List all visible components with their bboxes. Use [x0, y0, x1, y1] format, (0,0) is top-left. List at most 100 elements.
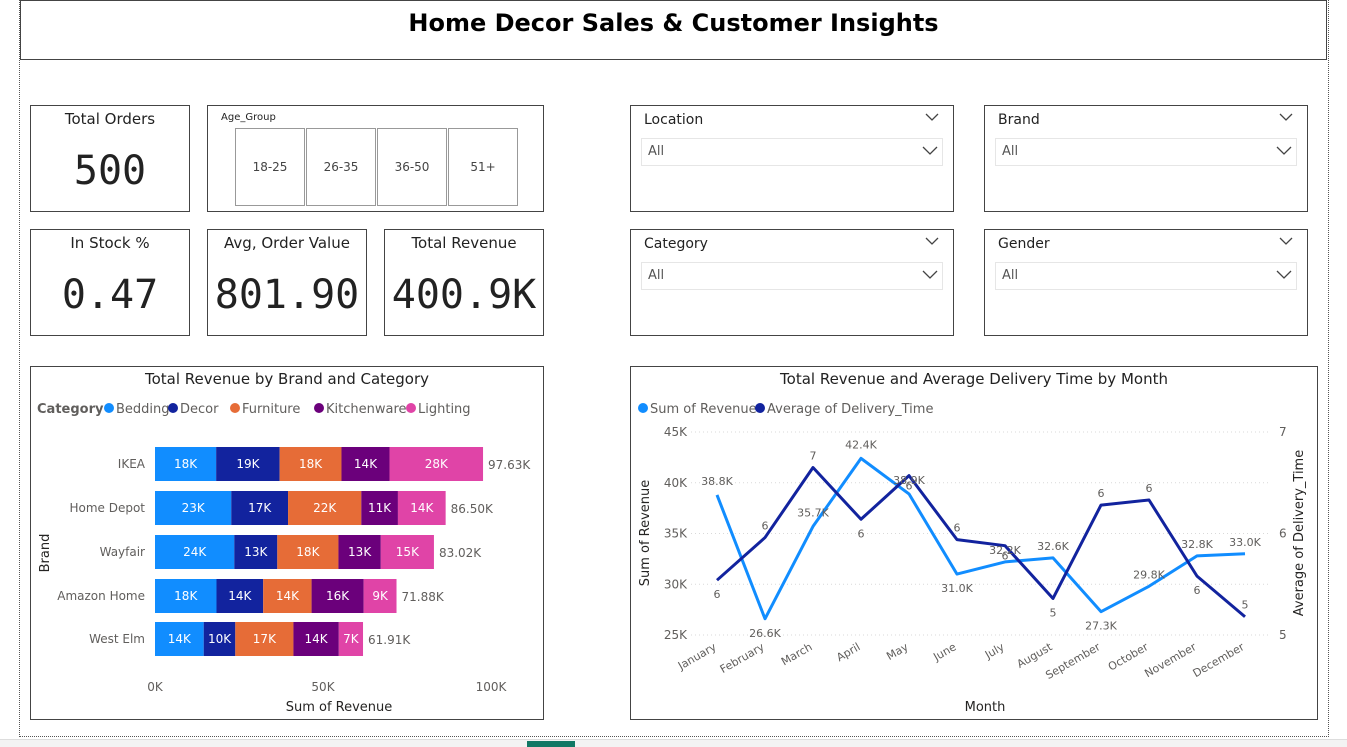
category-dropdown-value: All: [648, 268, 665, 283]
legend-label-average-of-delivery-time: Average of Delivery_Time: [767, 402, 933, 417]
bar-data-label: 13K: [244, 545, 268, 559]
legend-marker-sum-of-revenue: [638, 403, 648, 413]
location-slicer-label: Location: [644, 112, 704, 128]
chevron-down-icon[interactable]: [925, 112, 939, 122]
delivery-data-label: 5: [1242, 599, 1249, 612]
revenue-data-label: 42.4K: [845, 438, 877, 451]
legend-label-bedding: Bedding: [116, 402, 170, 417]
bar-data-label: 14K: [410, 501, 434, 515]
bar-data-label: 18K: [174, 457, 198, 471]
report-header: Home Decor Sales & Customer Insights: [20, 0, 1327, 60]
delivery-data-label: 6: [1146, 482, 1153, 495]
chevron-down-icon: [1276, 146, 1292, 155]
delivery-data-label: 6: [858, 527, 865, 540]
bar-legend-title: Category: [37, 402, 104, 417]
month-label-february: February: [718, 640, 767, 676]
brand-label-amazon-home: Amazon Home: [57, 589, 145, 603]
bar-data-label: 14K: [276, 589, 300, 603]
bar-data-label: 16K: [326, 589, 350, 603]
bar-data-label: 9K: [372, 589, 389, 603]
bar-total-label: 61.91K: [368, 633, 411, 647]
bar-data-label: 17K: [248, 501, 272, 515]
delivery-data-label: 6: [954, 522, 961, 535]
total-orders-card[interactable]: Total Orders 500: [30, 105, 190, 212]
age-option-26-35[interactable]: 26-35: [306, 128, 376, 206]
revenue-by-brand-chart[interactable]: Total Revenue by Brand and Category Cate…: [30, 366, 544, 720]
bar-data-label: 24K: [183, 545, 207, 559]
category-dropdown[interactable]: All: [641, 262, 943, 290]
brand-slicer[interactable]: Brand All: [984, 105, 1308, 212]
bar-data-label: 13K: [348, 545, 372, 559]
bar-chart-svg: Category Bedding Decor Furniture Kitchenware…: [37, 402, 531, 715]
page-tabs-bar: [0, 739, 1347, 747]
line-y-tick-left: 40K: [664, 476, 688, 490]
delivery-data-label: 6: [1098, 487, 1105, 500]
gender-dropdown[interactable]: All: [995, 262, 1297, 290]
series-line-sum-of-revenue: [715, 456, 1246, 621]
line-y-tick-left: 35K: [664, 527, 688, 541]
line-y-tick-left: 25K: [664, 628, 688, 642]
bar-data-label: 14K: [168, 632, 192, 646]
bar-total-label: 86.50K: [451, 502, 494, 516]
chevron-down-icon[interactable]: [1279, 112, 1293, 122]
category-slicer[interactable]: Category All: [630, 229, 954, 336]
legend-label-kitchenware: Kitchenware: [326, 402, 407, 417]
total-revenue-label: Total Revenue: [411, 234, 517, 252]
line-y-tick-right: 7: [1279, 425, 1287, 439]
bar-data-label: 17K: [253, 632, 277, 646]
legend-label-sum-of-revenue: Sum of Revenue: [650, 402, 757, 417]
gender-slicer-label: Gender: [998, 236, 1050, 252]
legend-label-furniture: Furniture: [242, 402, 300, 417]
brand-label-wayfair: Wayfair: [100, 545, 145, 559]
age-option-18-25[interactable]: 18-25: [235, 128, 305, 206]
in-stock-card[interactable]: In Stock % 0.47: [30, 229, 190, 336]
legend-marker-decor: [168, 403, 178, 413]
chevron-down-icon[interactable]: [1279, 236, 1293, 246]
brand-dropdown[interactable]: All: [995, 138, 1297, 166]
month-label-may: May: [884, 640, 911, 663]
location-slicer[interactable]: Location All: [630, 105, 954, 212]
revenue-delivery-line-chart[interactable]: Total Revenue and Average Delivery Time …: [630, 366, 1318, 720]
bar-data-label: 18K: [174, 589, 198, 603]
legend-label-lighting: Lighting: [418, 402, 471, 417]
line-y-tick-right: 6: [1279, 527, 1287, 541]
avg-order-value-card[interactable]: Avg, Order Value 801.90: [207, 229, 367, 336]
legend-marker-lighting: [406, 403, 416, 413]
active-page-tab[interactable]: [527, 741, 575, 747]
age-option-36-50[interactable]: 36-50: [377, 128, 447, 206]
delivery-data-label: 6: [714, 588, 721, 601]
avg-order-value-value: 801.90: [214, 272, 360, 318]
bar-total-label: 83.02K: [439, 546, 482, 560]
month-label-august: August: [1015, 640, 1055, 671]
chevron-down-icon[interactable]: [925, 236, 939, 246]
month-label-december: December: [1191, 640, 1247, 680]
bar-data-label: 19K: [236, 457, 260, 471]
total-revenue-card[interactable]: Total Revenue 400.9K: [384, 229, 544, 336]
revenue-data-label: 38.8K: [701, 475, 733, 488]
delivery-data-label: 6: [762, 520, 769, 533]
age-option-51-plus[interactable]: 51+: [448, 128, 518, 206]
brand-label-west-elm: West Elm: [89, 632, 145, 646]
in-stock-label: In Stock %: [70, 234, 150, 252]
line-y-axis-title-right: Average of Delivery_Time: [1292, 450, 1307, 616]
gender-slicer[interactable]: Gender All: [984, 229, 1308, 336]
bar-x-tick: 50K: [311, 680, 335, 694]
chevron-down-icon: [922, 270, 938, 279]
bar-data-label: 10K: [208, 632, 232, 646]
legend-marker-furniture: [230, 403, 240, 413]
location-dropdown[interactable]: All: [641, 138, 943, 166]
brand-dropdown-value: All: [1002, 144, 1019, 159]
bar-x-axis-title: Sum of Revenue: [286, 700, 393, 715]
revenue-data-label: 33.0K: [1229, 536, 1261, 549]
chevron-down-icon: [922, 146, 938, 155]
bar-data-label: 14K: [305, 632, 329, 646]
report-title: Home Decor Sales & Customer Insights: [408, 9, 939, 37]
age-group-slicer[interactable]: Age_Group 18-25 26-35 36-50 51+: [207, 105, 544, 212]
bar-data-label: 22K: [313, 501, 337, 515]
brand-label-home-depot: Home Depot: [69, 501, 145, 515]
category-slicer-label: Category: [644, 236, 708, 252]
legend-marker-average-of-delivery-time: [755, 403, 765, 413]
month-label-july: July: [982, 640, 1007, 662]
location-dropdown-value: All: [648, 144, 665, 159]
bar-x-tick: 0K: [147, 680, 164, 694]
